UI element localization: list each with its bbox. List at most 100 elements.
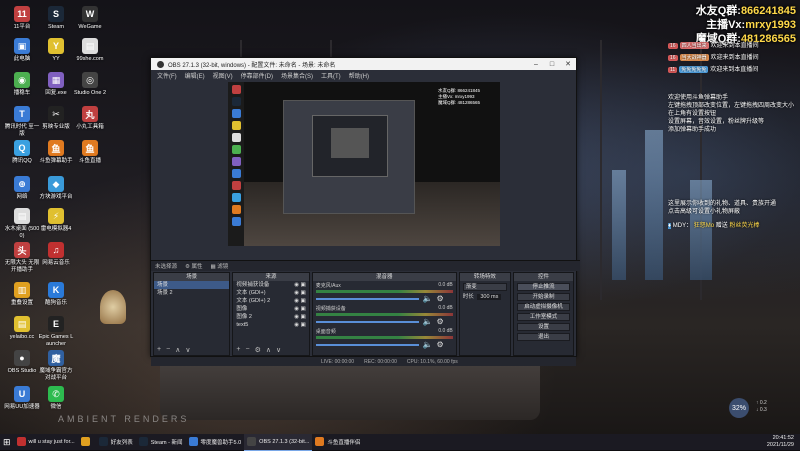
channel-header: 麦克风/Aux 0.0 dB [316, 282, 453, 289]
desktop-icon[interactable]: W WeGame [72, 6, 108, 31]
obs-title-bar[interactable]: OBS 27.1.3 (32-bit, windows) - 配置文件: 未命名… [151, 58, 576, 70]
filters-button[interactable]: ▦ 滤镜 [211, 262, 229, 270]
lock-icon[interactable]: ▣ [301, 306, 306, 312]
desktop-icon[interactable]: ◆ 方块游戏平台 [38, 176, 74, 201]
taskbar-app[interactable]: Steam - 新闻 [136, 434, 186, 450]
app-icon: ⊕ [14, 176, 30, 192]
control-button[interactable]: 设置 [517, 323, 570, 331]
properties-button[interactable]: ⚙ 属性 [185, 262, 202, 270]
desktop-icon[interactable]: U 网易UU加速器 [4, 386, 40, 411]
desktop-icon[interactable]: 11 11平台 [4, 6, 40, 31]
maximize-icon[interactable]: □ [544, 58, 560, 70]
source-item[interactable]: 文本 (GDI+) ◉ ▣ [233, 289, 308, 297]
control-button[interactable]: 开始录制 [517, 293, 570, 301]
desktop-icon[interactable]: ✂ 剪映专业版 [38, 106, 74, 131]
move-up-icon[interactable]: ∧ [266, 346, 271, 355]
desktop-icon[interactable]: ◎ Studio One 2 [72, 72, 108, 97]
lock-icon[interactable]: ▣ [301, 290, 306, 296]
menu-item[interactable]: 视图(V) [213, 71, 233, 80]
add-icon[interactable]: + [157, 346, 161, 355]
menu-item[interactable]: 文件(F) [157, 71, 177, 80]
desktop-icon[interactable]: ▤ 99she.com [72, 38, 108, 63]
taskbar-app[interactable]: 好友列表 [96, 434, 136, 450]
desktop-icon[interactable]: ⚡ 雷电模拟器4 [38, 208, 74, 233]
obs-window[interactable]: OBS 27.1.3 (32-bit, windows) - 配置文件: 未命名… [150, 57, 580, 366]
desktop-icon[interactable]: ▤ 水木桌面 (5000) [4, 208, 40, 239]
live-status: LIVE: 00:00:00 [321, 359, 354, 365]
desktop-icon[interactable]: Q 腾讯QQ [4, 140, 40, 165]
source-item[interactable]: 文本 (GDI+) 2 ◉ ▣ [233, 297, 308, 305]
taskbar-app[interactable]: OBS 27.1.3 (32-bit... [244, 433, 313, 451]
desktop-icon[interactable]: ▤ yelaibo.cc [4, 316, 40, 341]
move-down-icon[interactable]: ∨ [276, 346, 281, 355]
taskbar-app[interactable]: 斗鱼直播伴侣 [312, 434, 363, 450]
desktop-icon[interactable]: K 酷狗音乐 [38, 282, 74, 307]
speaker-icon[interactable]: 🔈 [423, 294, 433, 303]
menu-item[interactable]: 帮助(H) [349, 71, 369, 80]
taskbar-app[interactable]: 零度魔兽助手5.0 [186, 434, 245, 450]
dock-header: 来源 [233, 273, 309, 281]
speaker-icon[interactable]: 🔈 [423, 340, 433, 349]
remove-icon[interactable]: − [166, 346, 170, 355]
volume-slider[interactable] [315, 297, 419, 300]
start-button[interactable]: ⊞ [0, 434, 14, 450]
obs-preview[interactable]: 水友Q群: 866241845 主播Vx: mrxy1993 魔域Q群: 481… [228, 82, 500, 246]
desktop-icon[interactable]: ⊕ 网络 [4, 176, 40, 201]
desktop-icon[interactable]: 魔魔域争霸官方对战平台 [38, 350, 74, 381]
desktop-icon[interactable]: ▥ 重叠设置 [4, 282, 40, 307]
source-item[interactable]: 图像 2 ◉ ▣ [233, 313, 308, 321]
desktop-icon[interactable]: 鱼斗鱼直播 [72, 140, 108, 165]
desktop-icon[interactable]: S Steam [38, 6, 74, 31]
volume-meter [315, 313, 453, 316]
add-icon[interactable]: + [236, 346, 240, 355]
desktop-icon[interactable]: Y YY [38, 38, 74, 63]
lock-icon[interactable]: ▣ [301, 298, 306, 304]
remove-icon[interactable]: − [245, 346, 249, 355]
source-item[interactable]: text5 ◉ ▣ [233, 321, 308, 329]
gear-icon[interactable]: ⚙ [436, 294, 443, 303]
move-up-icon[interactable]: ∧ [175, 346, 180, 355]
volume-slider[interactable] [315, 320, 419, 323]
gear-icon[interactable]: ⚙ [436, 340, 443, 349]
menu-item[interactable]: 场景集合(S) [281, 71, 313, 80]
desktop-icon[interactable]: ▦ 回复.exe [38, 72, 74, 97]
menu-item[interactable]: 工具(T) [321, 71, 341, 80]
source-item[interactable]: 图像 ◉ ▣ [233, 305, 308, 313]
lock-icon[interactable]: ▣ [301, 282, 306, 288]
taskbar-app[interactable]: will u stay just for... [14, 434, 78, 450]
system-tray[interactable]: 20:41:52 2021/11/29 [767, 435, 794, 449]
desktop-icon[interactable]: E Epic Games Launcher [38, 316, 74, 347]
menu-item[interactable]: 停靠部件(D) [241, 71, 273, 80]
control-button[interactable]: 工作室模式 [517, 313, 570, 321]
transition-type-select[interactable]: 渐变 [462, 283, 508, 291]
desktop-icon[interactable]: ● OBS Studio [4, 350, 40, 375]
desktop-icon[interactable]: ▣ 此电脑 [4, 38, 40, 63]
desktop-icon[interactable]: ◉ 播稳车 [4, 72, 40, 97]
control-button[interactable]: 退出 [517, 333, 570, 341]
desktop-icon[interactable]: ✆ 微信 [38, 386, 74, 411]
desktop-icon[interactable]: 鱼斗鱼弹幕助手 [38, 140, 74, 165]
control-button[interactable]: 启动虚拟摄像机 [517, 303, 570, 311]
gear-icon[interactable]: ⚙ [436, 317, 443, 326]
desktop-icon[interactable]: 丸小丸工具箱 [72, 106, 108, 131]
close-icon[interactable]: ✕ [560, 58, 576, 70]
desktop-icon[interactable]: T 腾讯时代 至一版 [4, 106, 40, 137]
system-monitor-widget[interactable]: 32% [729, 398, 749, 418]
duration-input[interactable]: 300 ms [477, 294, 502, 300]
desktop-icon[interactable]: ♫ 网易云音乐 [38, 242, 74, 267]
move-down-icon[interactable]: ∨ [185, 346, 190, 355]
lock-icon[interactable]: ▣ [301, 314, 306, 320]
scene-item[interactable]: 场景 [154, 281, 230, 289]
fan-tag: 四人当出来 [679, 42, 709, 49]
source-item[interactable]: 视频捕获设备 ◉ ▣ [233, 281, 308, 289]
lock-icon[interactable]: ▣ [301, 322, 306, 328]
minimize-icon[interactable]: – [528, 58, 544, 70]
taskbar-app[interactable] [78, 434, 96, 450]
control-button[interactable]: 停止推流 [517, 283, 570, 291]
volume-slider[interactable] [315, 343, 419, 346]
desktop-icon[interactable]: 头无限大头 无限开播助手 [4, 242, 40, 273]
menu-item[interactable]: 编辑(E) [185, 71, 205, 80]
speaker-icon[interactable]: 🔈 [423, 317, 433, 326]
scene-item[interactable]: 场景 2 [154, 289, 229, 297]
gear-icon[interactable]: ⚙ [255, 346, 261, 355]
